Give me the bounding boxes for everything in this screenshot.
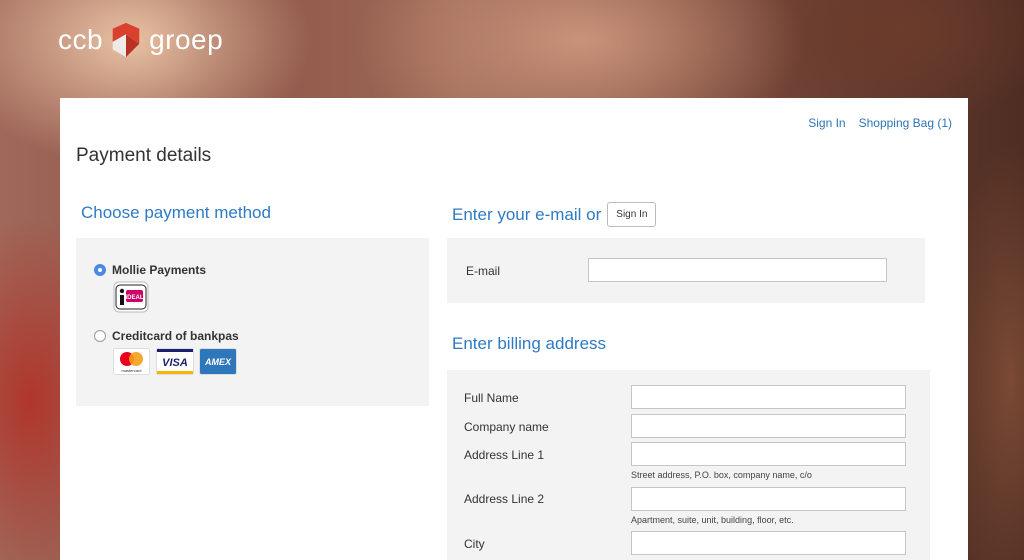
email-label: E-mail (466, 264, 501, 278)
amex-icon: AMEX (199, 348, 237, 375)
shopping-bag-link[interactable]: Shopping Bag (1) (859, 116, 952, 130)
page-title: Payment details (76, 145, 212, 166)
payment-option-label: Creditcard of bankpas (112, 329, 239, 343)
sign-in-link[interactable]: Sign In (808, 116, 845, 130)
visa-text: VISA (162, 357, 188, 369)
address-line-1-hint: Street address, P.O. box, company name, … (631, 470, 812, 480)
payment-option-label: Mollie Payments (112, 263, 207, 277)
address-line-1-input[interactable] (631, 442, 906, 466)
ccb-groep-logo[interactable]: ccb groep (58, 20, 223, 60)
payment-method-heading: Choose payment method (81, 203, 271, 222)
ideal-text: iDEAL (126, 295, 144, 301)
payment-option-mollie[interactable]: Mollie Payments (94, 263, 206, 277)
email-input[interactable] (588, 258, 887, 282)
full-name-label: Full Name (464, 391, 519, 405)
amex-text: AMEX (204, 357, 232, 367)
address-line-2-input[interactable] (631, 487, 906, 511)
visa-icon: VISA (156, 348, 194, 375)
sign-in-button[interactable]: Sign In (607, 202, 657, 227)
full-name-input[interactable] (631, 385, 906, 409)
address-line-1-label: Address Line 1 (464, 448, 545, 462)
company-name-label: Company name (464, 420, 549, 434)
payment-option-creditcard[interactable]: Creditcard of bankpas (94, 329, 239, 343)
checkout-panel: Sign In Shopping Bag (1) Payment details… (60, 98, 968, 560)
billing-heading: Enter billing address (452, 334, 607, 353)
mastercard-icon: mastercard (113, 348, 150, 375)
address-line-2-label: Address Line 2 (464, 492, 545, 506)
logo-mark-icon (112, 22, 140, 58)
payment-method-box: Mollie Payments iDEAL Creditcard of bank… (76, 238, 429, 406)
city-label: City (464, 537, 485, 551)
address-line-2-hint: Apartment, suite, unit, building, floor,… (631, 515, 794, 525)
logo-text-right: groep (149, 24, 224, 55)
email-box: E-mail (447, 238, 925, 303)
billing-address-box: Full Name Company name Address Line 1 St… (447, 370, 930, 560)
logo-text-left: ccb (58, 24, 104, 55)
top-links: Sign In Shopping Bag (1) (808, 116, 952, 130)
ideal-icon: iDEAL (113, 281, 149, 313)
email-heading-row: Enter your e-mail or Sign In (452, 202, 657, 227)
email-heading: Enter your e-mail or (452, 204, 602, 224)
company-name-input[interactable] (631, 414, 906, 438)
city-input[interactable] (631, 531, 906, 555)
mastercard-text: mastercard (121, 368, 141, 373)
creditcard-radio[interactable] (94, 330, 106, 342)
mollie-radio[interactable] (94, 264, 106, 276)
